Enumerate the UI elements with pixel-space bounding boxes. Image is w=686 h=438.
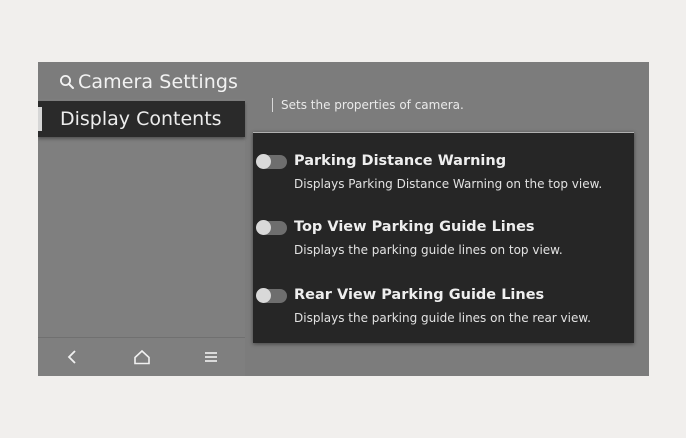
back-button[interactable] — [53, 342, 93, 372]
home-icon — [133, 349, 150, 365]
toggle-knob — [256, 154, 271, 169]
sidebar: Display Contents — [38, 99, 245, 376]
option-top-view-guide-lines[interactable]: Top View Parking Guide Lines Displays th… — [253, 209, 634, 259]
sidebar-item-label: Display Contents — [60, 108, 222, 130]
selection-indicator — [38, 107, 42, 131]
infotainment-screen: Camera Settings Display Contents Sets th… — [38, 62, 649, 376]
toggle-switch[interactable] — [256, 220, 287, 235]
search-icon[interactable] — [58, 73, 76, 91]
option-rear-view-guide-lines[interactable]: Rear View Parking Guide Lines Displays t… — [253, 277, 634, 327]
home-button[interactable] — [122, 342, 162, 372]
menu-icon — [204, 352, 217, 362]
option-description: Displays Parking Distance Warning on the… — [294, 177, 603, 191]
toggle-switch[interactable] — [256, 154, 287, 169]
title-bar: Camera Settings — [58, 70, 238, 94]
description-text: Sets the properties of camera. — [281, 98, 464, 112]
options-panel: Parking Distance Warning Displays Parkin… — [253, 132, 634, 343]
back-icon — [67, 350, 76, 364]
option-parking-distance-warning[interactable]: Parking Distance Warning Displays Parkin… — [253, 143, 634, 193]
option-description: Displays the parking guide lines on the … — [294, 311, 591, 325]
bottom-nav-bar — [38, 337, 245, 376]
toggle-switch[interactable] — [256, 288, 287, 303]
option-description: Displays the parking guide lines on top … — [294, 243, 563, 257]
description-divider — [272, 98, 273, 112]
option-title: Parking Distance Warning — [294, 153, 507, 169]
menu-button[interactable] — [191, 342, 231, 372]
toggle-knob — [256, 288, 271, 303]
toggle-knob — [256, 220, 271, 235]
sidebar-item-display-contents[interactable]: Display Contents — [38, 101, 245, 137]
page-title: Camera Settings — [78, 71, 239, 93]
option-title: Top View Parking Guide Lines — [294, 219, 535, 235]
option-title: Rear View Parking Guide Lines — [294, 287, 545, 303]
settings-description: Sets the properties of camera. — [272, 98, 464, 112]
